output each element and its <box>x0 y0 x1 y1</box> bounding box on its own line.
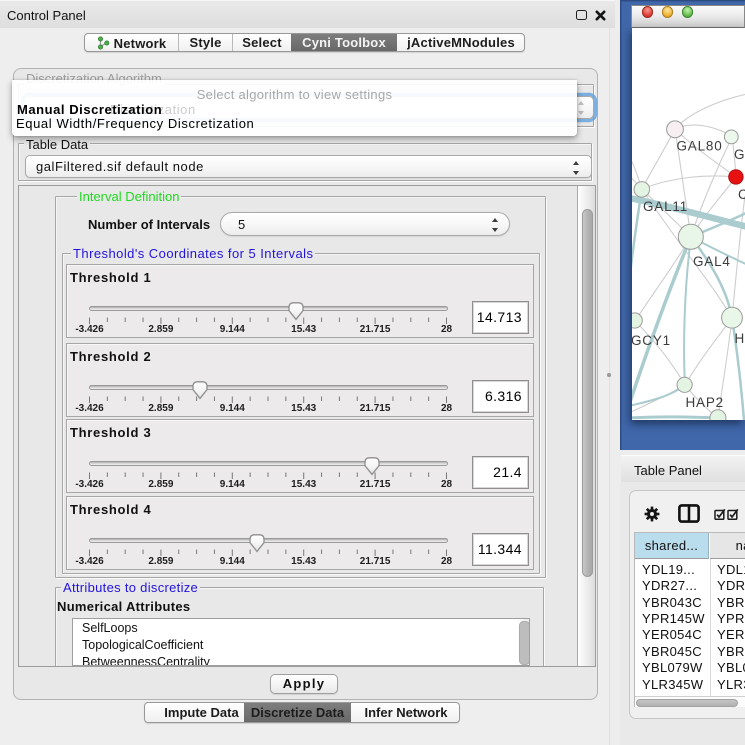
svg-text:GAL11: GAL11 <box>643 199 688 214</box>
svg-text:HAP2: HAP2 <box>686 395 724 410</box>
svg-text:C: C <box>738 187 745 202</box>
svg-text:GCY1: GCY1 <box>632 333 671 348</box>
svg-text:GAL80: GAL80 <box>677 139 723 154</box>
svg-text:GAL4: GAL4 <box>693 254 731 269</box>
svg-text:H: H <box>735 331 745 346</box>
svg-text:GA: GA <box>734 147 745 162</box>
